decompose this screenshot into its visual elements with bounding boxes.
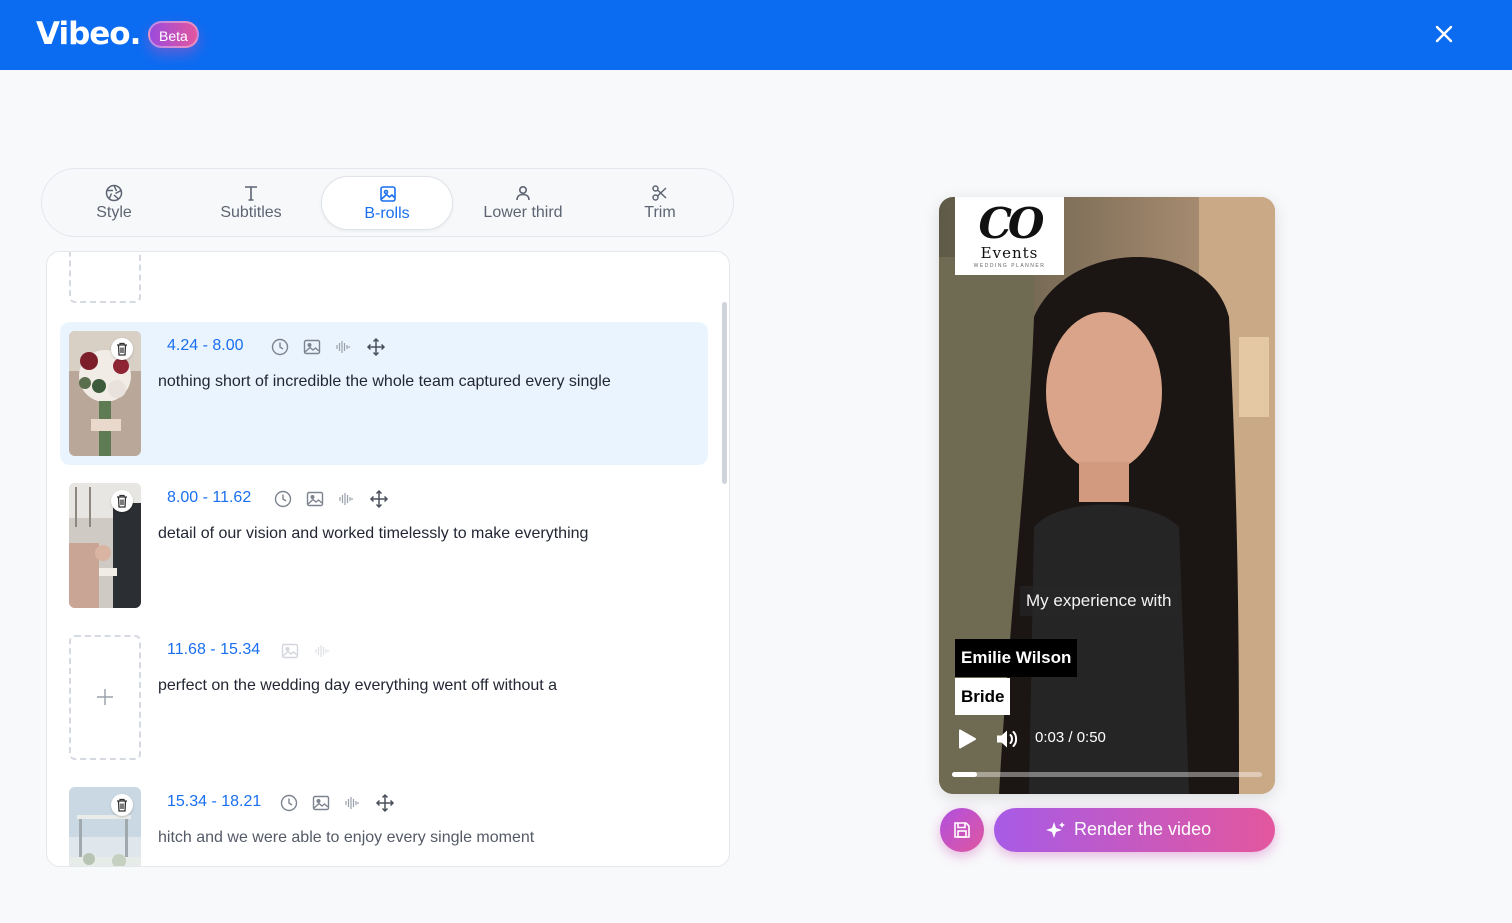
trash-icon — [117, 798, 127, 812]
editor-tabs: Style Subtitles B-rolls Lower third Trim — [41, 168, 734, 237]
segment-row[interactable]: 15.34 - 18.21 hitch and we were able to … — [60, 778, 708, 866]
tab-subtitles[interactable]: Subtitles — [185, 176, 317, 230]
add-b-roll-slot[interactable] — [69, 635, 141, 760]
b-roll-thumbnail[interactable] — [69, 483, 141, 608]
logo-text: CO — [978, 199, 1044, 248]
audio-wave-icon — [315, 645, 329, 657]
segment-row[interactable]: 11.68 - 15.34 perfect on the wedding day… — [60, 626, 708, 769]
tab-lower-third[interactable]: Lower third — [457, 176, 589, 230]
video-progress-fill — [952, 772, 977, 777]
close-button[interactable] — [1428, 18, 1460, 50]
user-icon — [516, 185, 530, 201]
image-icon[interactable] — [311, 793, 331, 813]
plus-icon — [97, 689, 113, 705]
subtitle-caption: My experience with — [1020, 586, 1178, 616]
logo-tagline: WEDDING PLANNER — [973, 263, 1046, 269]
lower-third-name: Emilie Wilson — [955, 639, 1078, 677]
segment-transcript: hitch and we were able to enjoy every si… — [158, 829, 535, 846]
image-icon[interactable] — [305, 489, 325, 509]
clock-icon[interactable] — [273, 489, 293, 509]
b-roll-list[interactable]: 4.24 - 8.00 nothing short of incredible … — [46, 251, 730, 867]
tab-label: Style — [96, 204, 132, 221]
segment-time: 15.34 - 18.21 — [167, 793, 262, 810]
top-bar: Vibeo. Beta — [0, 0, 1512, 70]
move-icon[interactable] — [375, 793, 395, 813]
image-icon[interactable] — [302, 337, 322, 357]
tab-label: Subtitles — [220, 204, 282, 221]
aperture-icon — [105, 184, 123, 202]
scissors-icon — [652, 185, 667, 201]
list-scrollbar[interactable] — [722, 302, 727, 484]
segment-transcript: detail of our vision and worked timeless… — [158, 525, 589, 542]
save-icon — [954, 822, 970, 838]
volume-icon[interactable] — [994, 726, 1020, 752]
app-logo: Vibeo. — [36, 16, 141, 52]
save-button[interactable] — [940, 808, 984, 852]
b-roll-thumbnail[interactable] — [69, 787, 141, 866]
segment-row[interactable]: 4.24 - 8.00 nothing short of incredible … — [60, 322, 708, 465]
text-icon — [245, 186, 257, 201]
tab-trim[interactable]: Trim — [594, 176, 726, 230]
delete-b-roll-button[interactable] — [111, 338, 133, 360]
segment-time: 8.00 - 11.62 — [167, 489, 252, 506]
delete-b-roll-button[interactable] — [111, 794, 133, 816]
segment-time: 11.68 - 15.34 — [167, 641, 261, 658]
tab-b-rolls[interactable]: B-rolls — [321, 176, 453, 230]
segment-time: 4.24 - 8.00 — [167, 337, 244, 354]
tab-style[interactable]: Style — [48, 176, 180, 230]
video-preview[interactable]: CO Events WEDDING PLANNER My experience … — [939, 197, 1275, 794]
tab-label: Lower third — [483, 204, 563, 221]
trash-icon — [117, 342, 127, 356]
sparkle-icon — [1046, 822, 1065, 838]
play-icon[interactable] — [956, 728, 978, 750]
tab-label: Trim — [644, 204, 676, 221]
move-icon[interactable] — [369, 489, 389, 509]
render-video-button[interactable]: Render the video — [994, 808, 1275, 852]
render-video-label: Render the video — [1074, 819, 1212, 839]
delete-b-roll-button[interactable] — [111, 490, 133, 512]
tab-label: B-rolls — [364, 205, 410, 222]
video-progress-bar[interactable] — [952, 772, 1262, 777]
clock-icon[interactable] — [270, 337, 290, 357]
clock-icon[interactable] — [279, 793, 299, 813]
image-icon — [281, 643, 299, 659]
b-roll-thumbnail[interactable] — [69, 331, 141, 456]
audio-wave-icon[interactable] — [342, 793, 362, 813]
segment-row[interactable]: 8.00 - 11.62 detail of our vision and wo… — [60, 474, 708, 617]
beta-badge: Beta — [148, 21, 199, 48]
add-b-roll-slot[interactable] — [69, 252, 141, 303]
segment-transcript: perfect on the wedding day everything we… — [158, 677, 558, 694]
segment-transcript: nothing short of incredible the whole te… — [158, 373, 611, 390]
trash-icon — [117, 494, 127, 508]
lower-third-role: Bride — [955, 678, 1011, 715]
audio-wave-icon[interactable] — [333, 337, 353, 357]
close-icon — [1435, 25, 1453, 43]
move-icon[interactable] — [366, 337, 386, 357]
video-time: 0:03 / 0:50 — [1035, 729, 1106, 746]
logo-events-text: Events — [980, 244, 1039, 262]
brand-logo: CO Events WEDDING PLANNER — [955, 197, 1064, 275]
image-icon — [380, 186, 396, 202]
audio-wave-icon[interactable] — [336, 489, 356, 509]
